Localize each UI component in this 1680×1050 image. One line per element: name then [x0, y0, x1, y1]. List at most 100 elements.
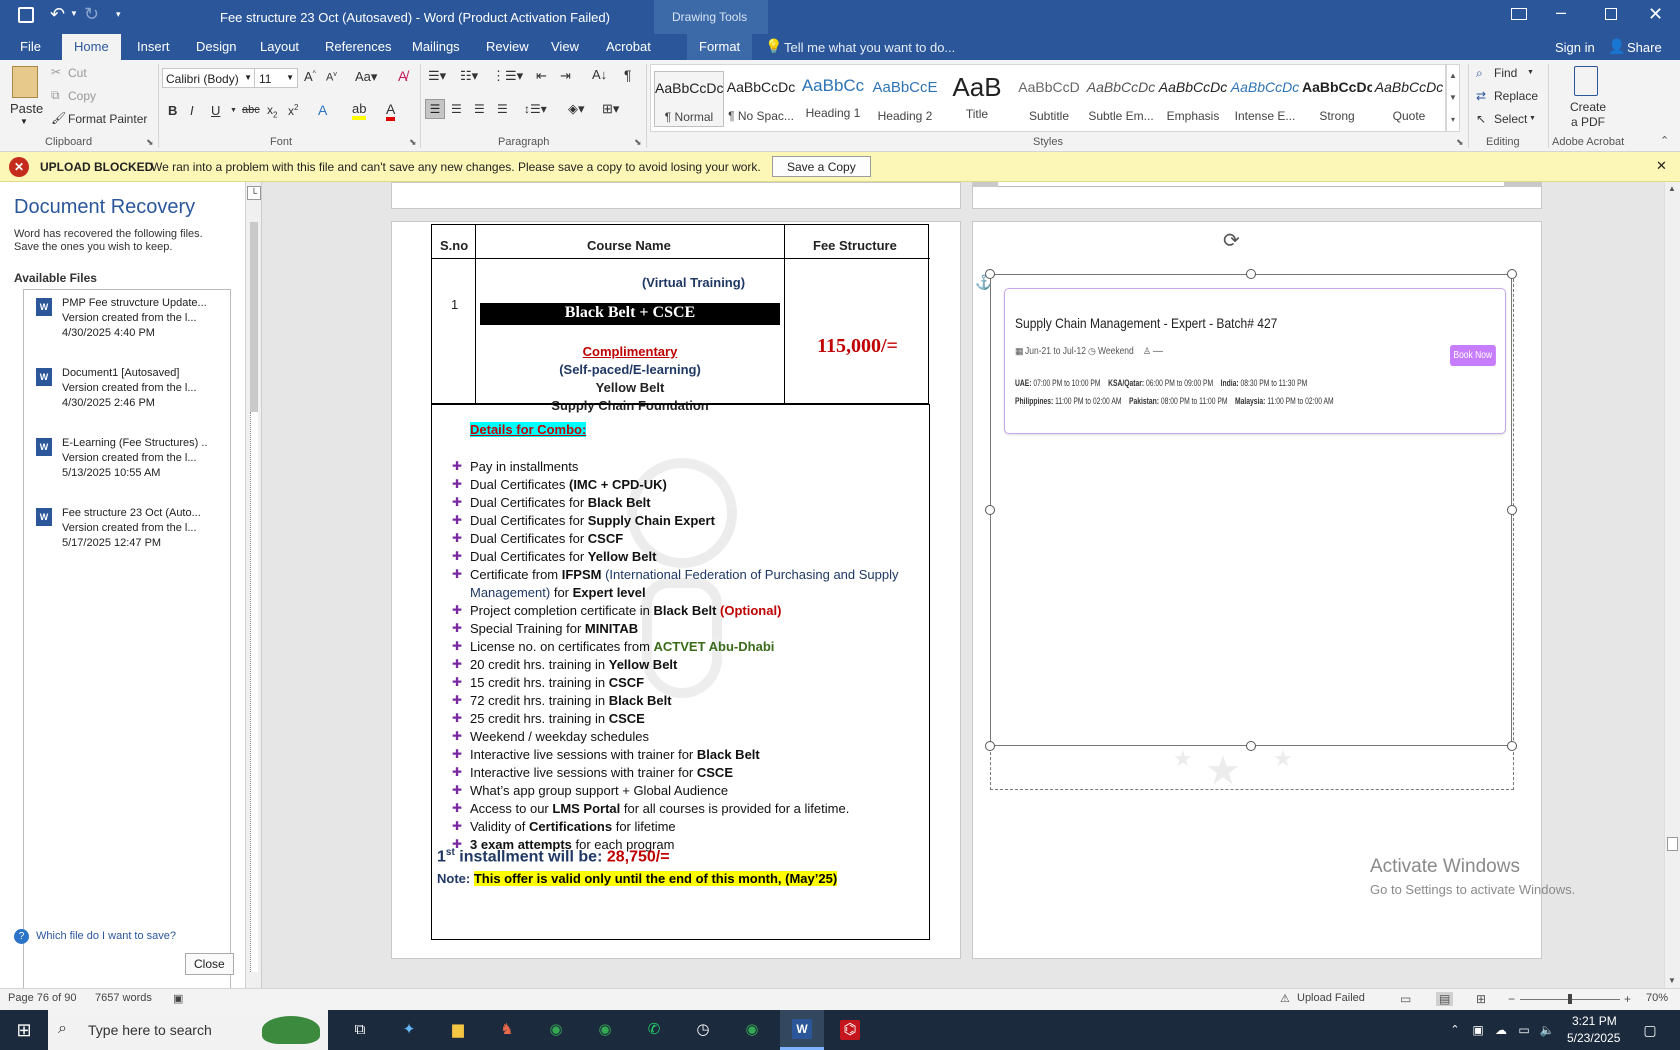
resize-handle[interactable] [985, 505, 995, 515]
notifications-icon[interactable]: ▢ [1640, 1020, 1660, 1040]
resize-handle[interactable] [1246, 269, 1256, 279]
decrease-indent-icon[interactable]: ⇤ [536, 68, 547, 84]
word-count[interactable]: 7657 words [95, 992, 152, 1004]
align-center-icon[interactable]: ☰ [451, 102, 462, 116]
multilevel-list-icon[interactable]: ⋮☰▾ [492, 68, 523, 84]
whatsapp-icon[interactable]: ✆ [644, 1020, 664, 1040]
network-icon[interactable]: ▭ [1514, 1020, 1534, 1040]
taskbar-date[interactable]: 5/23/2025 [1567, 1031, 1620, 1045]
create-pdf-label-line2[interactable]: a PDF [1571, 115, 1605, 129]
resize-handle[interactable] [985, 269, 995, 279]
style-emphasis[interactable]: AaBbCcDc Emphasis [1158, 71, 1228, 127]
strikethrough-icon[interactable]: abc [242, 104, 260, 116]
text-effects-icon[interactable]: A [318, 102, 327, 118]
increase-indent-icon[interactable]: ⇥ [560, 68, 571, 84]
paragraph-launcher-icon[interactable]: ⬊ [634, 137, 642, 148]
superscript-icon[interactable]: x2 [288, 103, 298, 118]
styles-launcher-icon[interactable]: ⬊ [1456, 137, 1464, 148]
minimize-button[interactable]: – [1556, 2, 1566, 23]
style-title[interactable]: AaB Title [942, 71, 1012, 127]
style-quote[interactable]: AaBbCcDc Quote [1374, 71, 1444, 127]
word-taskbar-active[interactable]: W [780, 1010, 824, 1050]
scroll-down-icon[interactable]: ▼ [1668, 976, 1676, 985]
replace-button[interactable]: Replace [1494, 89, 1538, 103]
close-window-button[interactable]: ✕ [1648, 4, 1663, 25]
web-layout-icon[interactable]: ⊞ [1476, 992, 1486, 1006]
grow-font-icon[interactable]: A^ [304, 69, 316, 84]
italic-icon[interactable]: I [190, 103, 194, 118]
subscript-icon[interactable]: x2 [267, 103, 277, 119]
style-subtle-emphasis[interactable]: AaBbCcDc Subtle Em... [1086, 71, 1156, 127]
tray-app-icon[interactable]: ▣ [1468, 1020, 1488, 1040]
tab-references[interactable]: References [325, 39, 391, 54]
font-size-select[interactable]: 11 ▼ [254, 68, 298, 88]
numbering-icon[interactable]: ☷▾ [460, 68, 478, 84]
font-launcher-icon[interactable]: ⬊ [409, 137, 417, 148]
copy-icon[interactable]: ⧉ [51, 88, 60, 103]
tab-home[interactable]: Home [62, 34, 121, 60]
resize-handle[interactable] [1246, 741, 1256, 751]
file-explorer-icon[interactable]: ▆ [448, 1020, 468, 1040]
select-button[interactable]: Select [1494, 112, 1527, 126]
undo-icon[interactable]: ↶ [50, 4, 65, 25]
tab-view[interactable]: View [551, 39, 579, 54]
change-case-icon[interactable]: Aa▾ [355, 69, 377, 85]
page-count[interactable]: Page 76 of 90 [8, 992, 77, 1004]
read-mode-icon[interactable]: ▭ [1400, 992, 1411, 1006]
windows-start-icon[interactable]: ⊞ [14, 1020, 34, 1040]
select-icon[interactable]: ↖ [1476, 112, 1486, 126]
format-painter-icon[interactable]: 🖌 [51, 111, 66, 125]
app-icon[interactable]: ♞ [497, 1020, 517, 1040]
onedrive-icon[interactable]: ☁ [1491, 1020, 1511, 1040]
tab-mailings[interactable]: Mailings [412, 39, 460, 54]
sign-in-link[interactable]: Sign in [1555, 40, 1595, 55]
paste-button[interactable]: Paste [10, 101, 43, 116]
style-no-spacing[interactable]: AaBbCcDc ¶ No Spac... [726, 71, 796, 127]
undo-dropdown-icon[interactable]: ▼ [70, 9, 78, 18]
style-intense-emphasis[interactable]: AaBbCcDc Intense E... [1230, 71, 1300, 127]
acrobat-icon[interactable]: ⌬ [840, 1020, 860, 1040]
recovery-close-button[interactable]: Close [185, 953, 234, 975]
rotate-handle-icon[interactable]: ⟳ [1223, 228, 1240, 253]
tab-acrobat[interactable]: Acrobat [606, 39, 651, 54]
zoom-level[interactable]: 70% [1646, 992, 1668, 1004]
shrink-font-icon[interactable]: Av [326, 71, 337, 84]
select-dropdown-icon[interactable]: ▼ [1529, 115, 1536, 122]
align-right-icon[interactable]: ☰ [474, 102, 485, 116]
tab-file[interactable]: File [20, 39, 41, 54]
which-file-link[interactable]: Which file do I want to save? [36, 930, 176, 942]
align-left-icon[interactable]: ☰ [425, 99, 445, 119]
chrome-icon[interactable]: ◉ [595, 1020, 615, 1040]
customize-qat-icon[interactable]: ▾ [116, 9, 121, 20]
resize-handle[interactable] [1507, 741, 1517, 751]
bullets-icon[interactable]: ☰▾ [428, 68, 446, 84]
style-strong[interactable]: AaBbCcDc Strong [1302, 71, 1372, 127]
tab-layout[interactable]: Layout [260, 39, 299, 54]
upload-status[interactable]: Upload Failed [1297, 992, 1365, 1004]
sort-icon[interactable]: A↓ [592, 67, 607, 82]
styles-scroll[interactable]: ▲ ▼ ▾ [1446, 64, 1460, 132]
task-view-icon[interactable]: ⧉ [350, 1020, 370, 1040]
share-icon[interactable]: 👤 [1608, 38, 1625, 55]
scroll-thumb[interactable] [1667, 837, 1678, 851]
tray-chevron-icon[interactable]: ⌃ [1445, 1020, 1465, 1040]
ribbon-display-options-icon[interactable] [1511, 8, 1527, 20]
font-name-select[interactable]: Calibri (Body) ▼ [162, 68, 256, 88]
cut-icon[interactable]: ✂ [51, 65, 61, 79]
clipboard-launcher-icon[interactable]: ⬊ [146, 137, 154, 148]
find-icon[interactable]: ⌕ [1476, 66, 1483, 81]
create-pdf-label-line1[interactable]: Create [1570, 100, 1606, 114]
paste-dropdown-icon[interactable]: ▼ [20, 117, 28, 126]
underline-icon[interactable]: U [211, 103, 220, 118]
taskbar-time[interactable]: 3:21 PM [1572, 1014, 1617, 1028]
copilot-icon[interactable]: ✦ [399, 1020, 419, 1040]
clear-formatting-icon[interactable]: A̸ [398, 68, 407, 84]
zoom-out-icon[interactable]: − [1508, 992, 1515, 1006]
clock-app-icon[interactable]: ◷ [693, 1020, 713, 1040]
replace-icon[interactable]: ⇄ [1476, 89, 1486, 103]
zoom-slider-thumb[interactable] [1568, 994, 1572, 1004]
tab-review[interactable]: Review [486, 39, 529, 54]
vertical-scrollbar[interactable]: ▲ ▼ [1664, 182, 1680, 988]
chrome-icon[interactable]: ◉ [546, 1020, 566, 1040]
proofing-icon[interactable]: ▣ [173, 992, 183, 1005]
